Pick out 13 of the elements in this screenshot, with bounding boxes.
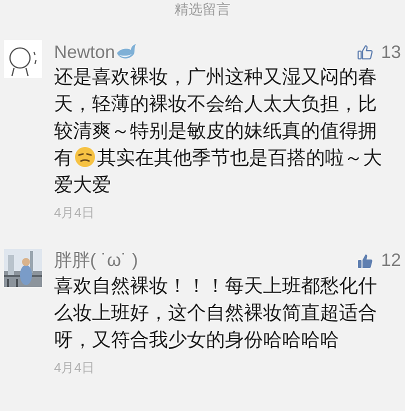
avatar-drawing (4, 40, 42, 78)
like-count: 13 (380, 40, 401, 64)
emoji-icon (74, 146, 96, 168)
comment-date: 4月4日 (54, 358, 94, 376)
user-name[interactable]: 胖胖( ˙ω˙ ) (54, 247, 138, 274)
like-count: 12 (380, 249, 401, 272)
thumbs-up-icon[interactable] (356, 44, 373, 60)
comment-date: 4月4日 (54, 204, 94, 222)
user-name[interactable]: Newton (54, 38, 116, 66)
thumbs-up-icon[interactable] (356, 252, 373, 268)
section-title: 精选留言 (174, 0, 232, 19)
comment-text: 还是喜欢裸妆，广州这种又湿又闷的春天，轻薄的裸妆不会给人太大负担，比较清爽～特别是敏皮的妹纸真的值得拥有 其实在其他季节也是百搭的啦～大爱大爱 (54, 66, 383, 198)
comment-text: 喜欢自然裸妆！！！每天上班都愁化什么妆上班好，这个自然裸妆简直超适合呀，又符合我少女的身份哈哈哈哈 (54, 274, 378, 352)
